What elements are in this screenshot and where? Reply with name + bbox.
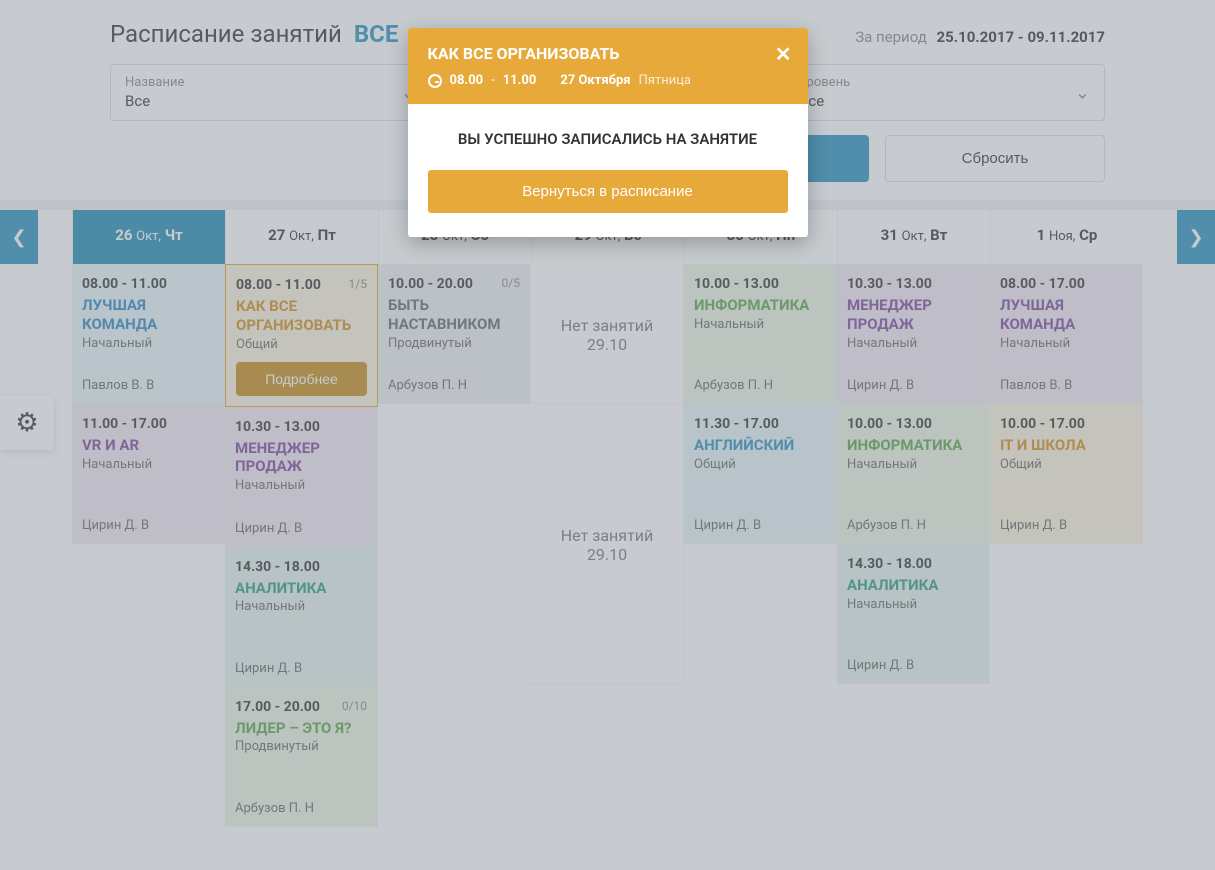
- modal-date: 27 Октября: [560, 73, 630, 88]
- close-button[interactable]: ✕: [775, 42, 792, 66]
- close-icon: ✕: [775, 42, 792, 66]
- modal-time-sep: -: [491, 73, 495, 88]
- modal-title: КАК ВСЕ ОРГАНИЗОВАТЬ: [428, 44, 788, 63]
- return-button[interactable]: Вернуться в расписание: [428, 170, 788, 213]
- modal-weekday: Пятница: [639, 73, 691, 88]
- modal-message: ВЫ УСПЕШНО ЗАПИСАЛИСЬ НА ЗАНЯТИЕ: [428, 130, 788, 148]
- success-modal: КАК ВСЕ ОРГАНИЗОВАТЬ ✕ 08.00 - 11.00 27 …: [408, 28, 808, 237]
- modal-time-to: 11.00: [503, 73, 537, 88]
- clock-icon: [428, 74, 442, 88]
- modal-header: КАК ВСЕ ОРГАНИЗОВАТЬ ✕ 08.00 - 11.00 27 …: [408, 28, 808, 104]
- modal-time-from: 08.00: [450, 73, 484, 88]
